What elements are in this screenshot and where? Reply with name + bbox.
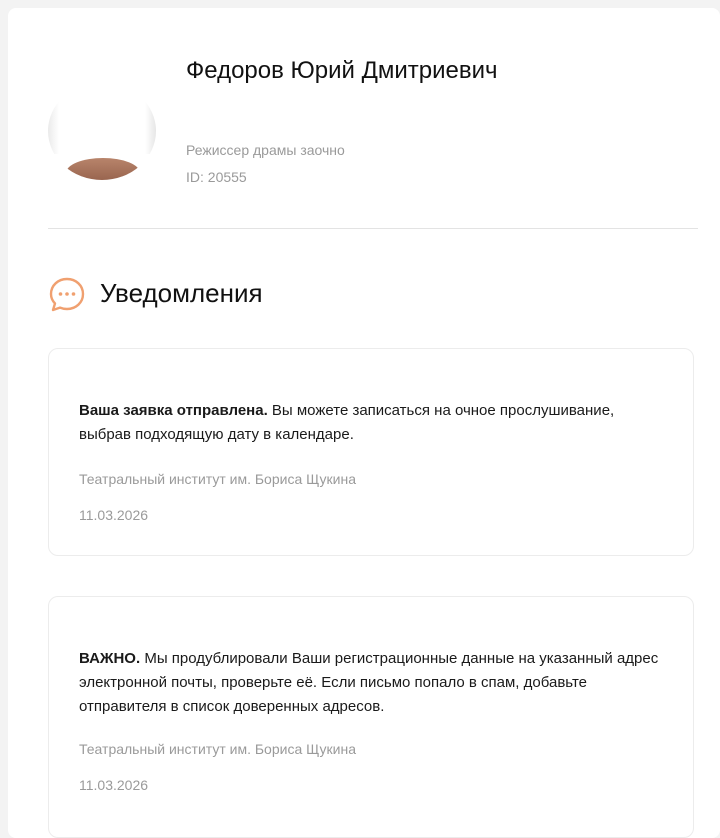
notification-message: ВАЖНО. Мы продублировали Ваши регистраци… bbox=[79, 647, 669, 719]
notification-card[interactable]: ВАЖНО. Мы продублировали Ваши регистраци… bbox=[48, 596, 694, 838]
profile-block: Федоров Юрий Дмитриевич Режиссер драмы з… bbox=[48, 52, 698, 202]
user-name: Федоров Юрий Дмитриевич bbox=[186, 57, 498, 84]
notifications-title: Уведомления bbox=[100, 278, 263, 308]
divider bbox=[48, 228, 698, 229]
notification-card[interactable]: Ваша заявка отправлена. Вы можете записа… bbox=[48, 348, 694, 556]
avatar[interactable] bbox=[48, 82, 156, 180]
notification-date: 11.03.2026 bbox=[79, 507, 149, 523]
avatar-photo-top bbox=[48, 82, 156, 154]
avatar-photo-face bbox=[66, 158, 140, 180]
notification-source: Театральный институт им. Бориса Щукина bbox=[79, 471, 357, 487]
notification-source: Театральный институт им. Бориса Щукина bbox=[79, 741, 357, 757]
main-panel: Федоров Юрий Дмитриевич Режиссер драмы з… bbox=[8, 8, 720, 838]
user-role: Режиссер драмы заочно bbox=[186, 142, 345, 158]
notification-bold: ВАЖНО. bbox=[79, 650, 141, 667]
user-id: ID: 20555 bbox=[186, 169, 247, 185]
chat-bubble-icon bbox=[48, 276, 86, 314]
notification-date: 11.03.2026 bbox=[79, 777, 149, 793]
notification-bold: Ваша заявка отправлена. bbox=[79, 402, 268, 419]
notification-text: Мы продублировали Ваши регистрационные д… bbox=[79, 650, 659, 715]
notification-message: Ваша заявка отправлена. Вы можете записа… bbox=[79, 399, 669, 447]
